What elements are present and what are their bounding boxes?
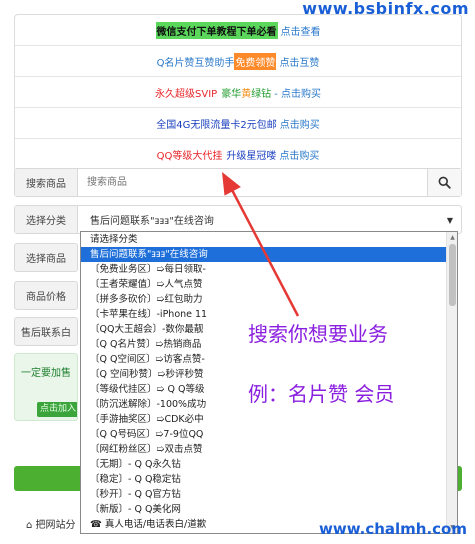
dropdown-option[interactable]: 售后问题联系"ⱻⱻⱻ"在线咨询 [81, 247, 457, 262]
chevron-down-icon[interactable]: ▼ [447, 216, 453, 225]
dropdown-option[interactable]: 〔新版〕- Q Q美化网 [81, 502, 457, 517]
notice-card-like-text: Q名片赞互赞助手 [156, 57, 235, 69]
notice-panel: 微信支付下单教程下单必看 点击查看 Q名片赞互赞助手 免费领赞 点击互赞 永久超… [14, 14, 462, 171]
join-tip-box: 一定要加售 点击加入 [14, 353, 78, 421]
search-icon [438, 176, 451, 189]
notice-card-like-highlight: 免费领赞 [234, 52, 277, 70]
notice-qq-level-upgrade: 升级星冠喽 [226, 151, 277, 162]
dropdown-option[interactable]: 〔稳定〕- Q Q稳定钻 [81, 472, 457, 487]
category-selected-text: 售后问题联系"ⱻⱻⱻ"在线咨询 [90, 216, 214, 227]
notice-card-like-link[interactable]: 点击互赞 [279, 54, 319, 69]
share-note: ⌂ 把网站分 [26, 516, 76, 531]
notice-svip-green: 绿钻 [251, 88, 272, 100]
notice-wechat-pay: 微信支付下单教程下单必看 点击查看 [15, 15, 461, 46]
notice-qq-level: QQ等级大代挂 升级星冠喽 点击购买 [15, 139, 461, 170]
notice-svip-yellow: 黄 [241, 88, 252, 100]
dropdown-option[interactable]: 〔网红粉丝区〕➯双击点赞 [81, 442, 457, 457]
dropdown-option[interactable]: 〔手游抽奖区〕➯CDK必中 [81, 412, 457, 427]
notice-qq-level-link[interactable]: 点击购买 [279, 147, 319, 162]
dropdown-option[interactable]: 〔王者荣耀值〕➯人气点赞 [81, 277, 457, 292]
dropdown-option[interactable]: 〔免费业务区〕➯每日领取- [81, 262, 457, 277]
category-label: 选择分类 [15, 206, 78, 233]
dropdown-option[interactable]: 〔拼多多砍价〕➯红包助力 [81, 292, 457, 307]
search-label: 搜索商品 [15, 169, 78, 196]
goods-label: 选择商品 [14, 243, 78, 272]
scroll-up-icon[interactable]: ▲ [447, 232, 457, 243]
dropdown-option[interactable]: 〔秒开〕- Q Q官方钻 [81, 487, 457, 502]
annotation-example: 例：名片赞 会员 [248, 382, 395, 406]
watermark-bottom: www.chalmh.com [319, 520, 467, 538]
notice-svip-luxury: 豪华 [221, 88, 242, 100]
category-value[interactable]: 售后问题联系"ⱻⱻⱻ"在线咨询 ▼ [78, 206, 461, 233]
annotation-search-hint: 搜索你想要业务 [248, 322, 388, 346]
notice-data-card-text: 全国4G无限流量卡2元包邮 [156, 119, 277, 131]
notice-data-card-link[interactable]: 点击购买 [280, 116, 320, 131]
notice-qq-level-text: QQ等级大代挂 [156, 151, 223, 162]
share-note-text: 把网站分 [35, 520, 76, 531]
dropdown-option[interactable]: 〔Q Q号码区〕➯7-9位QQ [81, 427, 457, 442]
join-tip-text: 一定要加售 [21, 368, 71, 379]
notice-data-card: 全国4G无限流量卡2元包邮 点击购买 [15, 108, 461, 139]
search-row: 搜索商品 [14, 168, 462, 197]
notice-svip-link[interactable]: - 点击购买 [274, 85, 321, 100]
dropdown-option[interactable]: 〔Q Q空间区〕➯访客点赞- [81, 352, 457, 367]
home-icon: ⌂ [26, 520, 33, 531]
notice-svip-text: 永久超级SVIP [155, 88, 218, 100]
search-button[interactable] [427, 169, 461, 196]
notice-wechat-pay-text: 微信支付下单教程下单必看 [155, 21, 278, 39]
dropdown-scrollbar[interactable]: ▲ ▼ [446, 232, 457, 533]
join-button[interactable]: 点击加入 [37, 402, 77, 417]
notice-svip: 永久超级SVIP 豪华 黄 绿钻 - 点击购买 [15, 77, 461, 108]
scroll-thumb[interactable] [449, 244, 456, 306]
dropdown-option[interactable]: 请选择分类 [81, 232, 457, 247]
dropdown-option[interactable]: 〔无期〕- Q Q永久钻 [81, 457, 457, 472]
category-select[interactable]: 选择分类 售后问题联系"ⱻⱻⱻ"在线咨询 ▼ [14, 205, 462, 234]
notice-card-like: Q名片赞互赞助手 免费领赞 点击互赞 [15, 46, 461, 77]
notice-wechat-pay-link[interactable]: 点击查看 [281, 23, 321, 38]
contact-label: 售后联系白 [14, 317, 78, 346]
search-input[interactable] [78, 169, 427, 196]
price-label: 商品价格 [14, 281, 78, 310]
